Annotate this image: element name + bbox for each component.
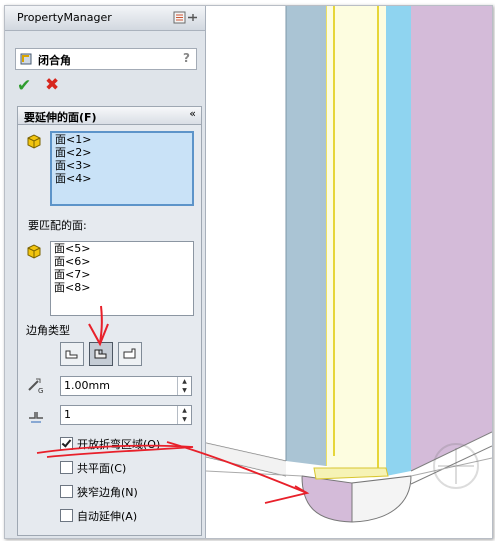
face-select-icon bbox=[27, 134, 41, 149]
header-title: PropertyManager bbox=[17, 11, 112, 24]
help-icon[interactable]: ? bbox=[183, 51, 190, 65]
stepper-arrows-icon[interactable]: ▲ ▼ bbox=[177, 406, 191, 424]
corner-type-butt-button[interactable] bbox=[60, 342, 84, 366]
bend-face-left[interactable] bbox=[286, 6, 326, 466]
feature-name: 闭合角 bbox=[38, 54, 71, 67]
list-item[interactable]: 面<3> bbox=[52, 159, 192, 172]
property-manager-panel: PropertyManager 闭合角 ? ✔ ✖ 要延伸的面(F) « 面<1… bbox=[5, 6, 206, 538]
list-item[interactable]: 面<1> bbox=[52, 133, 192, 146]
open-bend-region-label: 开放折弯区域(O) bbox=[77, 438, 161, 451]
butt-corner-icon bbox=[65, 350, 78, 359]
faces-to-match-list[interactable]: 面<5> 面<6> 面<7> 面<8> bbox=[50, 241, 194, 316]
narrow-corner-label: 狭窄边角(N) bbox=[77, 486, 138, 499]
3d-graphics-view[interactable] bbox=[206, 6, 492, 538]
corner-type-underlap-button[interactable] bbox=[118, 342, 142, 366]
faces-to-extend-group: 要延伸的面(F) « 面<1> 面<2> 面<3> 面<4> 要匹配的面: 面<… bbox=[17, 106, 202, 536]
gap-distance-icon: G bbox=[28, 378, 43, 394]
screenshot-frame: PropertyManager 闭合角 ? ✔ ✖ 要延伸的面(F) « 面<1… bbox=[4, 5, 493, 539]
gap-distance-input[interactable] bbox=[61, 377, 177, 393]
overlap-ratio-stepper[interactable]: ▲▼ bbox=[60, 405, 192, 425]
corner-type-label: 边角类型 bbox=[26, 324, 70, 337]
svg-text:G: G bbox=[38, 387, 43, 394]
narrow-corner-checkbox[interactable] bbox=[60, 485, 73, 498]
list-item[interactable]: 面<8> bbox=[51, 281, 193, 294]
feature-title-bar: 闭合角 ? bbox=[15, 48, 197, 70]
coplanar-label: 共平面(C) bbox=[77, 462, 127, 475]
overlap-ratio-input[interactable] bbox=[61, 406, 177, 422]
watermark-logo bbox=[433, 443, 479, 489]
closed-corner-icon bbox=[20, 53, 32, 65]
list-item[interactable]: 面<2> bbox=[52, 146, 192, 159]
group-title: 要延伸的面(F) bbox=[24, 111, 97, 124]
collapse-chevron-icon[interactable]: « bbox=[189, 107, 196, 120]
list-item[interactable]: 面<5> bbox=[51, 242, 193, 255]
overlap-ratio-icon bbox=[29, 412, 43, 423]
auto-propagation-label: 自动延伸(A) bbox=[77, 510, 138, 523]
gap-distance-stepper[interactable]: ▲▼ bbox=[60, 376, 192, 396]
overlap-corner-icon bbox=[94, 349, 107, 359]
cancel-x-icon[interactable]: ✖ bbox=[45, 75, 59, 95]
corner-type-overlap-button[interactable] bbox=[89, 342, 113, 366]
underlap-corner-icon bbox=[123, 348, 136, 359]
open-bend-region-checkbox[interactable] bbox=[60, 437, 73, 450]
ok-check-icon[interactable]: ✔ bbox=[17, 76, 31, 96]
auto-propagation-checkbox[interactable] bbox=[60, 509, 73, 522]
list-item[interactable]: 面<6> bbox=[51, 255, 193, 268]
face-select-icon bbox=[27, 244, 41, 259]
faces-to-extend-list[interactable]: 面<1> 面<2> 面<3> 面<4> bbox=[50, 131, 194, 206]
faces-to-match-label: 要匹配的面: bbox=[28, 219, 87, 232]
bend-face-right[interactable] bbox=[386, 6, 411, 476]
coplanar-checkbox[interactable] bbox=[60, 461, 73, 474]
group-header[interactable]: 要延伸的面(F) « bbox=[18, 107, 201, 125]
list-item[interactable]: 面<4> bbox=[52, 172, 192, 185]
flange-face-right[interactable] bbox=[411, 6, 492, 471]
property-manager-header: PropertyManager bbox=[5, 6, 205, 31]
list-item[interactable]: 面<7> bbox=[51, 268, 193, 281]
pin-icon[interactable] bbox=[173, 11, 199, 24]
stepper-arrows-icon[interactable]: ▲ ▼ bbox=[177, 377, 191, 395]
